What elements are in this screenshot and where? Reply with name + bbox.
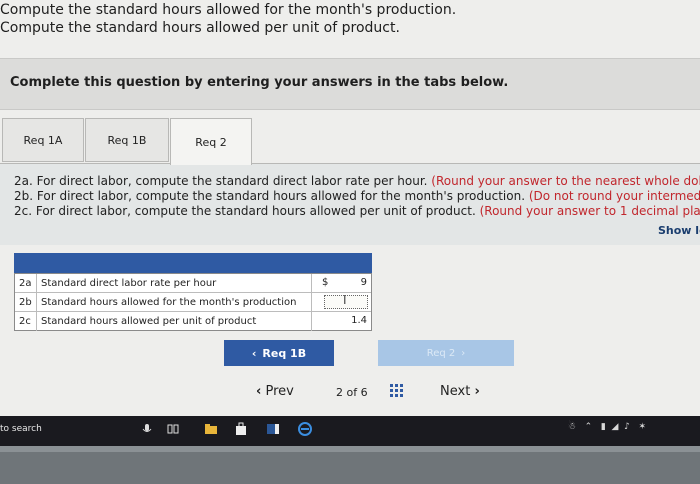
currency-symbol: $ <box>322 277 329 288</box>
answer-value: 9 <box>360 277 367 288</box>
tab-req-1b[interactable]: Req 1B <box>85 118 169 162</box>
instruction-banner: Complete this question by entering your … <box>0 58 700 110</box>
battery-icon[interactable]: ▮ <box>601 422 606 432</box>
people-icon[interactable]: ☃ <box>568 422 576 432</box>
question-line-2: Compute the standard hours allowed per u… <box>0 20 400 36</box>
instruction-2c-text: 2c. For direct labor, compute the standa… <box>14 204 476 218</box>
instruction-2b-text: 2b. For direct labor, compute the standa… <box>14 189 526 203</box>
next-page-button[interactable]: Next › <box>440 384 480 399</box>
word-icon[interactable] <box>266 422 280 436</box>
table-header-bar <box>14 253 372 273</box>
row-id: 2c <box>17 312 37 331</box>
instruction-2c: 2c. For direct labor, compute the standa… <box>14 204 700 218</box>
chevron-left-icon: ‹ <box>256 384 262 399</box>
instruction-2a-text: 2a. For direct labor, compute the standa… <box>14 174 428 188</box>
question-line-1: Compute the standard hours allowed for t… <box>0 2 457 18</box>
prev-req-label: Req 1B <box>262 346 307 360</box>
task-view-icon[interactable] <box>166 422 180 436</box>
edge-browser-icon[interactable] <box>298 422 312 436</box>
volume-icon[interactable]: ♪ <box>624 422 630 432</box>
instruction-2b: 2b. For direct labor, compute the standa… <box>14 189 700 203</box>
answer-cell-2b[interactable]: I <box>311 293 371 312</box>
page-indicator: 2 of 6 <box>336 386 368 399</box>
page-total: 6 <box>360 386 368 399</box>
answer-table: 2a Standard direct labor rate per hour $… <box>14 273 372 331</box>
instruction-2b-note: (Do not round your intermediate <box>528 189 700 203</box>
instruction-banner-text: Complete this question by entering your … <box>10 75 509 90</box>
laptop-bezel-edge <box>0 446 700 452</box>
next-req-label: Req 2 <box>426 347 456 359</box>
store-icon[interactable] <box>234 422 248 436</box>
row-label: Standard direct labor rate per hour <box>41 278 217 289</box>
table-row-2b: 2b Standard hours allowed for the month'… <box>15 293 371 312</box>
file-explorer-icon[interactable] <box>204 422 218 436</box>
next-page-label: Next <box>440 384 471 399</box>
table-row-2a: 2a Standard direct labor rate per hour $… <box>15 274 371 293</box>
instruction-2c-note: (Round your answer to 1 decimal place.) <box>479 204 700 218</box>
row-label: Standard hours allowed for the month's p… <box>41 297 297 308</box>
taskbar-search[interactable]: to search <box>0 424 42 434</box>
row-label: Standard hours allowed per unit of produ… <box>41 316 257 327</box>
instruction-2a-note: (Round your answer to the nearest whole … <box>431 174 700 188</box>
prev-req-button[interactable]: ‹ Req 1B <box>224 340 334 366</box>
next-req-button[interactable]: Req 2 › <box>378 340 514 366</box>
row-id: 2b <box>17 293 37 312</box>
prev-page-button[interactable]: ‹ Prev <box>256 384 294 399</box>
microphone-icon[interactable] <box>140 422 154 436</box>
tab-req-1a[interactable]: Req 1A <box>2 118 84 162</box>
chevron-up-icon[interactable]: ⌃ <box>585 422 593 432</box>
answer-cell-2a[interactable]: $ 9 <box>311 274 371 293</box>
tab-req-2[interactable]: Req 2 <box>170 118 252 165</box>
grid-icon[interactable] <box>390 384 404 398</box>
prev-page-label: Prev <box>265 384 294 399</box>
network-icon[interactable]: ✶ <box>639 422 647 432</box>
show-me-link[interactable]: Show le <box>658 224 700 237</box>
chevron-left-icon: ‹ <box>251 346 257 360</box>
page-of: of <box>346 386 358 399</box>
instruction-2a: 2a. For direct labor, compute the standa… <box>14 174 700 188</box>
chevron-right-icon: › <box>461 347 466 359</box>
table-row-2c: 2c Standard hours allowed per unit of pr… <box>15 312 371 331</box>
wifi-icon[interactable]: ◢ <box>612 422 619 432</box>
answer-input-2b[interactable]: I <box>324 293 368 309</box>
row-id: 2a <box>17 274 37 293</box>
page-current: 2 <box>336 386 343 399</box>
chevron-right-icon: › <box>474 384 480 399</box>
answer-value: 1.4 <box>351 315 367 326</box>
system-tray: ☃ ⌃ ▮ ◢ ♪ ✶ <box>568 422 646 432</box>
text-cursor-icon: I <box>343 293 347 307</box>
answer-cell-2c[interactable]: 1.4 <box>311 312 371 331</box>
